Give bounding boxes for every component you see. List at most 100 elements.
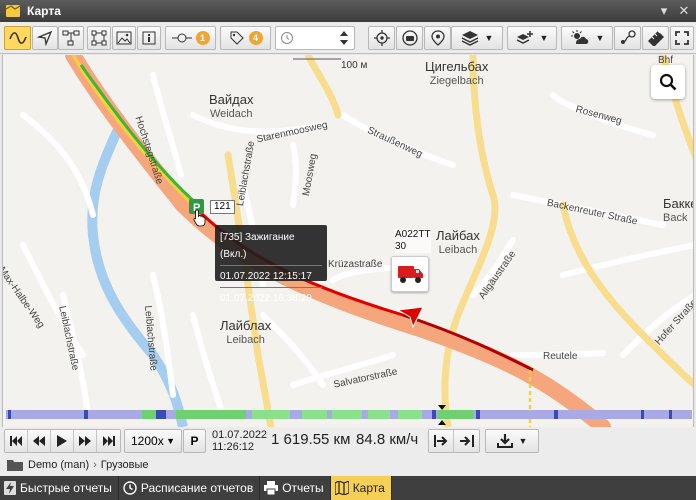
- minimize-icon[interactable]: ▾: [656, 3, 672, 19]
- place-label: Лайбах Leibach: [436, 228, 480, 257]
- playback-controls: [4, 429, 121, 453]
- map-search-button[interactable]: [651, 65, 685, 99]
- breadcrumb-root[interactable]: Demo (man): [28, 459, 89, 471]
- tab-quick-reports[interactable]: Быстрые отчеты: [0, 476, 119, 500]
- tab-label: Карта: [352, 481, 385, 495]
- rewind-button[interactable]: [28, 430, 51, 452]
- fast-forward-icon: [79, 436, 91, 446]
- chevron-down-icon: ▼: [539, 33, 549, 43]
- geofence-count-badge: 1: [195, 31, 210, 45]
- skip-to-end-button[interactable]: [97, 430, 120, 452]
- navigation-arrow-icon: [37, 30, 53, 46]
- search-icon: [659, 73, 677, 91]
- layers-dropdown[interactable]: ▼: [451, 26, 503, 50]
- place-label: Лайблах Leibach: [220, 318, 272, 347]
- spinner-arrows-icon[interactable]: [339, 30, 349, 46]
- tab-report-schedule[interactable]: Расписание отчетов: [119, 476, 261, 500]
- tab-reports[interactable]: Отчеты: [260, 476, 331, 500]
- parking-stop-label: 121: [210, 200, 235, 214]
- chevron-down-icon: ▼: [595, 33, 605, 43]
- place-label: БаккеBack: [663, 196, 693, 225]
- map-icon: [334, 481, 349, 495]
- tooltip-end-time: 01.07.2022 16:38:29: [220, 293, 312, 304]
- playback-speed: 84.8 км/ч: [356, 431, 419, 448]
- speed-select-value: 1200x: [131, 434, 164, 448]
- timeline-cursor-icon[interactable]: [437, 405, 447, 425]
- time-input[interactable]: [275, 26, 355, 50]
- info-button[interactable]: [137, 26, 161, 50]
- skip-to-start-button[interactable]: [5, 430, 28, 452]
- car-badge-icon: [401, 30, 418, 46]
- street-label: Krüzastraße: [328, 259, 383, 270]
- chevron-down-icon: ▼: [484, 33, 494, 43]
- weather-dropdown[interactable]: ▼: [561, 26, 613, 50]
- printer-icon: [264, 481, 279, 495]
- arrow-to-line-icon: [434, 435, 448, 447]
- clock-icon: [281, 32, 293, 44]
- export-dropdown[interactable]: ▼: [485, 429, 539, 453]
- breadcrumb-separator-icon: ›: [93, 459, 97, 471]
- route-tool-button[interactable]: [58, 26, 84, 50]
- jump-to-end-button[interactable]: [454, 430, 479, 452]
- playback-distance: 1 619.55 км: [271, 431, 351, 448]
- event-tooltip: [735] Зажигание (Вкл.) 01.07.2022 12:15:…: [215, 225, 327, 304]
- playback-datetime: 01.07.2022 11:26:12: [212, 429, 267, 453]
- close-icon[interactable]: ✕: [676, 3, 692, 19]
- crosshair-icon: [373, 30, 390, 46]
- poi-button[interactable]: 4: [220, 26, 271, 50]
- map-app-icon: [5, 5, 21, 17]
- street-label: Reutele: [543, 351, 578, 362]
- breadcrumb-group[interactable]: Грузовые: [101, 459, 149, 471]
- route-nodes-icon: [62, 30, 80, 46]
- bottom-tab-bar: Быстрые отчеты Расписание отчетов Отчеты…: [0, 476, 696, 500]
- add-layer-icon: [516, 31, 533, 44]
- breadcrumb: Demo (man) › Грузовые: [0, 455, 696, 475]
- speed-select[interactable]: 1200x ▼: [124, 429, 182, 453]
- lightning-icon: [4, 481, 16, 495]
- vehicle-marker[interactable]: [391, 256, 429, 292]
- truck-icon: [398, 266, 423, 283]
- info-icon: [142, 31, 156, 45]
- ruler-button[interactable]: [642, 26, 669, 50]
- select-area-icon: [91, 30, 107, 46]
- fullscreen-button[interactable]: [670, 26, 694, 50]
- play-button[interactable]: [51, 430, 74, 452]
- place-label: Вайдах Weidach: [209, 92, 254, 121]
- fast-forward-button[interactable]: [74, 430, 97, 452]
- rewind-icon: [33, 436, 45, 446]
- map-scale-label: 100 м: [341, 60, 368, 71]
- marker-button[interactable]: [424, 26, 451, 50]
- fullscreen-icon: [675, 31, 689, 45]
- add-layer-dropdown[interactable]: ▼: [507, 26, 557, 50]
- geofences-button[interactable]: 1: [165, 26, 216, 50]
- jump-to-start-button[interactable]: [429, 430, 454, 452]
- track-timeline[interactable]: [6, 410, 692, 419]
- area-select-button[interactable]: [87, 26, 111, 50]
- hand-cursor-icon: [193, 209, 206, 227]
- folder-icon: [7, 460, 23, 471]
- window-titlebar: Карта ▾ ✕: [0, 0, 696, 22]
- image-layer-button[interactable]: [112, 26, 136, 50]
- vehicle-name-label: A022TT 30: [395, 229, 431, 253]
- map-toolbar: 1 4 ▼ ▼ ▼: [0, 22, 696, 54]
- vehicle-view-button[interactable]: [396, 26, 423, 50]
- navigation-tool-button[interactable]: [32, 26, 58, 50]
- tab-map[interactable]: Карта: [330, 476, 392, 500]
- tab-label: Быстрые отчеты: [20, 481, 112, 495]
- playback-date: 01.07.2022: [212, 429, 268, 441]
- tab-label: Отчеты: [282, 481, 324, 495]
- image-icon: [116, 31, 132, 45]
- parking-toggle-button[interactable]: P: [183, 429, 206, 453]
- tooltip-start-time: 01.07.2022 12:15:17: [220, 271, 312, 282]
- tag-icon: [230, 31, 244, 45]
- track-curve-icon: [8, 32, 27, 44]
- place-label: Цигельбах Ziegelbach: [425, 59, 489, 88]
- window-title: Карта: [27, 4, 61, 18]
- track-tool-button[interactable]: [4, 26, 31, 50]
- map-pin-icon: [430, 30, 445, 46]
- locate-button[interactable]: [368, 26, 395, 50]
- map-canvas[interactable]: P 100 м Вайдах Weidach Цигельбах Ziegelbac…: [2, 55, 694, 427]
- playback-bar: 1200x ▼ P 01.07.2022 11:26:12 1 619.55 к…: [0, 427, 696, 455]
- route-planner-button[interactable]: [614, 26, 641, 50]
- ruler-icon: [647, 30, 664, 46]
